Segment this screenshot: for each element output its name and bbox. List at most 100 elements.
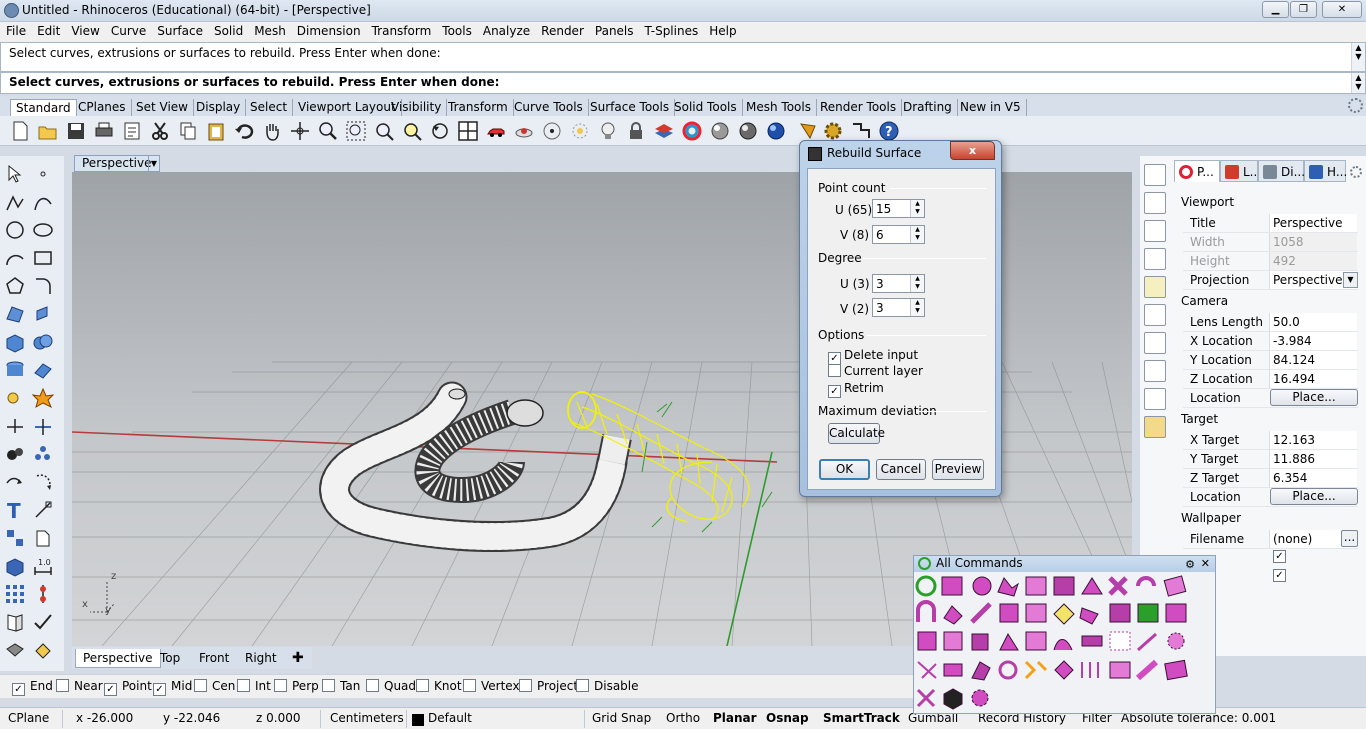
close-window-button[interactable]: ✕ [1322, 1, 1362, 18]
gear-icon[interactable] [1348, 98, 1363, 113]
cmd-slide-icon[interactable] [971, 661, 991, 681]
bulb-icon[interactable] [1144, 276, 1166, 298]
cmd-panel-icon[interactable] [1164, 659, 1188, 681]
split-icon[interactable] [32, 415, 54, 437]
menu-transform[interactable]: Transform [366, 22, 437, 38]
menu-mesh[interactable]: Mesh [248, 22, 291, 38]
cmd-deform-icon[interactable] [997, 577, 1019, 597]
material-cone-icon[interactable] [797, 120, 819, 142]
cmd-bridge-icon[interactable] [1053, 639, 1073, 651]
minimize-button[interactable]: ▁ [1262, 1, 1289, 18]
status-layer[interactable]: Default [428, 711, 472, 725]
explode-points-icon[interactable] [32, 443, 54, 465]
group-icon[interactable] [4, 527, 26, 549]
panel-tab-layers[interactable]: L... [1220, 160, 1261, 182]
osnap-project-checkbox[interactable] [519, 679, 532, 692]
menu-tsplines[interactable]: T-Splines [639, 22, 704, 38]
tab-select[interactable]: Select [245, 99, 294, 116]
array-icon[interactable] [4, 583, 26, 605]
tab-transform[interactable]: Transform [443, 99, 514, 116]
viewport-title-tab[interactable]: Perspective ▼ [74, 155, 160, 172]
tab-perspective[interactable]: Perspective [75, 649, 161, 668]
check-icon[interactable] [32, 611, 54, 633]
named-view-icon[interactable] [513, 120, 535, 142]
add-icon[interactable] [1144, 360, 1166, 382]
tab-render-tools[interactable]: Render Tools [815, 99, 903, 116]
z-target-field[interactable]: 6.354 [1269, 469, 1357, 487]
new-file-icon[interactable] [9, 120, 31, 142]
menu-help[interactable]: Help [703, 22, 741, 38]
hide-icon[interactable] [4, 639, 26, 661]
ok-button[interactable]: OK [819, 459, 870, 480]
rotate-view-icon[interactable] [289, 120, 311, 142]
cmd-blend-icon[interactable] [1079, 607, 1099, 625]
osnap-int-checkbox[interactable] [237, 679, 250, 692]
cancel-button[interactable]: Cancel [876, 459, 926, 480]
status-planar[interactable]: Planar [713, 711, 757, 725]
cmd-diamond-icon[interactable] [1054, 660, 1074, 680]
title-field[interactable]: Perspective [1269, 214, 1357, 232]
text-icon[interactable]: T [4, 499, 26, 521]
tab-set-view[interactable]: Set View [131, 99, 194, 116]
analyze-icon[interactable] [32, 527, 54, 549]
maximize-button[interactable]: ❐ [1290, 1, 1317, 18]
pan-hand-icon[interactable] [261, 120, 283, 142]
osnap-project[interactable]: Project [519, 679, 578, 693]
delete-input-option[interactable]: ✓ Delete input [828, 348, 918, 365]
status-cplane[interactable]: CPlane [8, 711, 49, 725]
paste-icon[interactable] [205, 120, 227, 142]
cmd-tile-icon[interactable] [1109, 661, 1131, 679]
cmd-dots-icon[interactable] [1109, 631, 1131, 651]
osnap-cen[interactable]: Cen [194, 679, 235, 693]
cmd-spike-icon[interactable] [999, 632, 1019, 651]
tab-surface-tools[interactable]: Surface Tools [585, 99, 676, 116]
tab-standard[interactable]: Standard [10, 99, 77, 116]
osnap-mid-checkbox[interactable]: ✓ [153, 683, 166, 696]
join-icon[interactable] [4, 443, 26, 465]
cmd-loft-icon[interactable] [1053, 603, 1075, 625]
cmd-check-icon[interactable] [1137, 603, 1159, 623]
car-viewport-icon[interactable] [485, 120, 507, 142]
cmd-plane-icon[interactable] [1163, 575, 1187, 597]
osnap-point[interactable]: ✓ Point [104, 679, 152, 696]
osnap-knot[interactable]: Knot [416, 679, 462, 693]
zoom-selected-icon[interactable] [401, 120, 423, 142]
undo-icon[interactable] [233, 120, 255, 142]
lens-length-field[interactable]: 50.0 [1269, 313, 1357, 331]
menu-surface[interactable]: Surface [151, 22, 208, 38]
cmd-thicken-icon[interactable] [1081, 635, 1103, 647]
point-icon[interactable] [32, 163, 54, 185]
z-location-field[interactable]: 16.494 [1269, 370, 1357, 388]
history-scrollbar[interactable]: ▲ ▼ [1351, 43, 1365, 71]
osnap-perp[interactable]: Perp [274, 679, 319, 693]
cmd-delete-faces-icon[interactable] [943, 631, 963, 651]
tab-curve-tools[interactable]: Curve Tools [509, 99, 589, 116]
box-icon[interactable] [4, 331, 26, 353]
cmd-fold-icon[interactable] [943, 605, 963, 625]
color-wheel-icon[interactable] [681, 120, 703, 142]
render-settings-icon[interactable] [1144, 332, 1166, 354]
cmd-network-icon[interactable] [1025, 603, 1047, 623]
cmd-cone-icon[interactable] [1081, 577, 1103, 595]
copy-icon[interactable] [177, 120, 199, 142]
retrim-checkbox[interactable]: ✓ [828, 385, 841, 398]
cmd-crease-icon[interactable] [971, 633, 989, 651]
menu-panels[interactable]: Panels [589, 22, 639, 38]
osnap-tan[interactable]: Tan [322, 679, 360, 693]
select-arrow-icon[interactable] [4, 163, 26, 185]
cut-icon[interactable] [149, 120, 171, 142]
menu-tools[interactable]: Tools [436, 22, 477, 38]
polyline-icon[interactable] [4, 192, 26, 214]
new-page-icon[interactable] [1144, 192, 1166, 214]
surface-corners-icon[interactable] [4, 303, 26, 325]
browse-button[interactable]: ... [1341, 530, 1358, 547]
dimension-linear-icon[interactable]: 1.0 [32, 555, 54, 577]
menu-curve[interactable]: Curve [105, 22, 151, 38]
extrude-curve-icon[interactable] [32, 303, 54, 325]
menu-solid[interactable]: Solid [208, 22, 248, 38]
solid-union-icon[interactable] [32, 331, 54, 353]
cmd-box-icon[interactable] [941, 576, 963, 596]
cmd-cog-icon[interactable] [971, 689, 989, 707]
all-commands-titlebar[interactable]: All Commands ⚙ ✕ [914, 556, 1215, 572]
explode-icon[interactable] [32, 387, 54, 409]
